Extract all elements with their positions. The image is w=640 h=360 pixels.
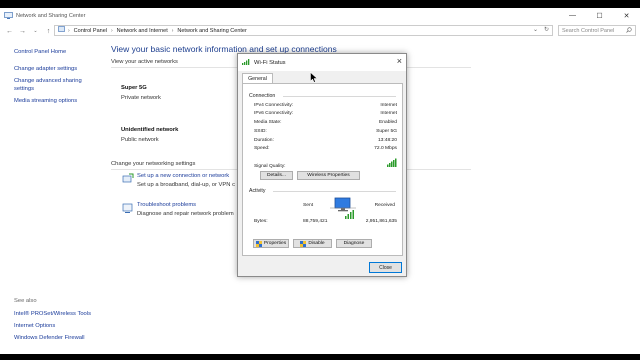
left-navigation: Control Panel Home Change adapter settin… xyxy=(14,48,109,105)
network-type: Private network xyxy=(121,95,161,101)
bytes-sent: 88,759,421 xyxy=(303,219,328,224)
close-button[interactable]: Close xyxy=(369,262,402,273)
refresh-icon[interactable]: ↻ xyxy=(544,26,549,33)
connection-group-header: Connection xyxy=(249,93,276,99)
dialog-title: Wi-Fi Status xyxy=(254,59,286,66)
wifi-status-dialog: Wi-Fi Status × General Connection IPv4 C… xyxy=(237,53,407,277)
new-connection-icon xyxy=(122,173,134,185)
info-value: Enabled xyxy=(379,120,397,125)
change-adapter-settings-link[interactable]: Change adapter settings xyxy=(14,65,109,73)
dialog-title-bar: Wi-Fi Status × xyxy=(238,54,406,71)
dialog-close-icon[interactable]: × xyxy=(397,56,402,66)
address-dropdown-icon[interactable]: ⌄ xyxy=(533,26,538,33)
disable-label: Disable xyxy=(308,241,325,246)
address-bar[interactable]: › Control Panel › Network and Internet ›… xyxy=(54,25,553,36)
bytes-row: Bytes: 88,759,421 2,951,861,635 xyxy=(254,219,397,224)
bytes-label: Bytes: xyxy=(254,219,268,224)
troubleshoot-icon xyxy=(122,202,134,214)
see-also-header: See also xyxy=(14,298,37,304)
close-window-button[interactable]: ✕ xyxy=(613,8,640,23)
wifi-signal-icon xyxy=(242,58,250,67)
change-advanced-sharing-link[interactable]: Change advanced sharing settings xyxy=(14,77,89,93)
search-input[interactable]: Search Control Panel xyxy=(558,25,636,36)
troubleshoot-link[interactable]: Troubleshoot problems xyxy=(137,202,234,208)
info-row: Speed: 72.0 Mbps xyxy=(254,146,397,151)
troubleshoot-task: Troubleshoot problems Diagnose and repai… xyxy=(122,202,234,217)
network-icon xyxy=(4,12,13,19)
breadcrumb-network-internet[interactable]: Network and Internet xyxy=(117,28,168,34)
title-bar: Network and Sharing Center — ☐ ✕ xyxy=(0,8,640,23)
setup-connection-link[interactable]: Set up a new connection or network xyxy=(137,173,235,179)
see-also-section: See also Intel® PROSet/Wireless Tools In… xyxy=(14,298,114,344)
minimize-button[interactable]: — xyxy=(559,8,586,23)
activity-group-header: Activity xyxy=(249,188,266,194)
network-name: Unidentified network xyxy=(121,127,179,133)
info-value: 13:48:20 xyxy=(377,138,397,143)
properties-label: Properties xyxy=(263,241,287,246)
maximize-button[interactable]: ☐ xyxy=(586,8,613,23)
recent-chevron-icon[interactable]: ⌄ xyxy=(29,25,42,38)
network-entry: Super 5G Private network xyxy=(121,85,161,101)
info-label: Duration: xyxy=(254,138,274,143)
info-label: IPv6 Connectivity: xyxy=(254,111,294,116)
breadcrumb-control-panel[interactable]: Control Panel xyxy=(74,28,107,34)
signal-quality-label: Signal Quality: xyxy=(254,164,286,169)
divider xyxy=(283,96,396,97)
info-label: Media State: xyxy=(254,120,282,125)
info-row: SSID: Super 5G xyxy=(254,129,397,134)
setup-connection-desc: Set up a broadband, dial-up, or VPN c xyxy=(137,182,235,188)
wireless-properties-button[interactable]: Wireless Properties xyxy=(297,171,360,180)
see-also-intel-proset-link[interactable]: Intel® PROSet/Wireless Tools xyxy=(14,308,114,320)
search-icon xyxy=(626,27,632,35)
network-sharing-center-window: Network and Sharing Center — ☐ ✕ ← → ⌄ ↑… xyxy=(0,8,640,354)
received-label: Received xyxy=(374,203,395,208)
media-streaming-options-link[interactable]: Media streaming options xyxy=(14,97,109,105)
info-label: SSID: xyxy=(254,129,267,134)
info-row: IPv6 Connectivity: Internet xyxy=(254,111,397,116)
info-value: 72.0 Mbps xyxy=(374,146,397,151)
dialog-tabs: General xyxy=(238,71,406,84)
info-label: Speed: xyxy=(254,146,270,151)
forward-icon[interactable]: → xyxy=(16,25,29,38)
network-name: Super 5G xyxy=(121,85,147,91)
signal-bars-icon xyxy=(387,158,397,169)
sent-label: Sent xyxy=(303,203,314,208)
control-panel-home-link[interactable]: Control Panel Home xyxy=(14,48,109,56)
network-type: Public network xyxy=(121,137,159,143)
shield-icon xyxy=(300,240,307,247)
divider xyxy=(273,191,396,192)
properties-button[interactable]: Properties xyxy=(253,239,289,248)
see-also-firewall-link[interactable]: Windows Defender Firewall xyxy=(14,332,114,344)
info-row: Duration: 13:48:20 xyxy=(254,138,397,143)
diagnose-button[interactable]: Diagnose xyxy=(336,239,372,248)
signal-quality-row: Signal Quality: xyxy=(254,158,397,169)
network-entry: Unidentified network Public network xyxy=(121,127,178,143)
bytes-received: 2,951,861,635 xyxy=(365,219,397,224)
cursor-icon xyxy=(310,71,318,85)
setup-connection-task: Set up a new connection or network Set u… xyxy=(122,173,235,188)
info-row: IPv4 Connectivity: Internet xyxy=(254,103,397,108)
troubleshoot-desc: Diagnose and repair network problem xyxy=(137,211,234,217)
window-title: Network and Sharing Center xyxy=(16,12,86,19)
disable-button[interactable]: Disable xyxy=(293,239,332,248)
info-value: Super 5G xyxy=(376,129,397,134)
search-placeholder: Search Control Panel xyxy=(562,27,615,34)
control-panel-icon xyxy=(58,26,65,35)
address-row: ← → ⌄ ↑ › Control Panel › Network and In… xyxy=(0,24,640,38)
info-value: Internet xyxy=(380,111,397,116)
general-tab-panel: Connection IPv4 Connectivity: Internet I… xyxy=(242,83,403,256)
see-also-internet-options-link[interactable]: Internet Options xyxy=(14,320,114,332)
info-label: IPv4 Connectivity: xyxy=(254,103,294,108)
details-button[interactable]: Details... xyxy=(260,171,293,180)
shield-icon xyxy=(255,240,262,247)
breadcrumb-network-sharing-center[interactable]: Network and Sharing Center xyxy=(177,28,246,34)
info-value: Internet xyxy=(380,103,397,108)
info-row: Media State: Enabled xyxy=(254,120,397,125)
back-icon[interactable]: ← xyxy=(3,25,16,38)
